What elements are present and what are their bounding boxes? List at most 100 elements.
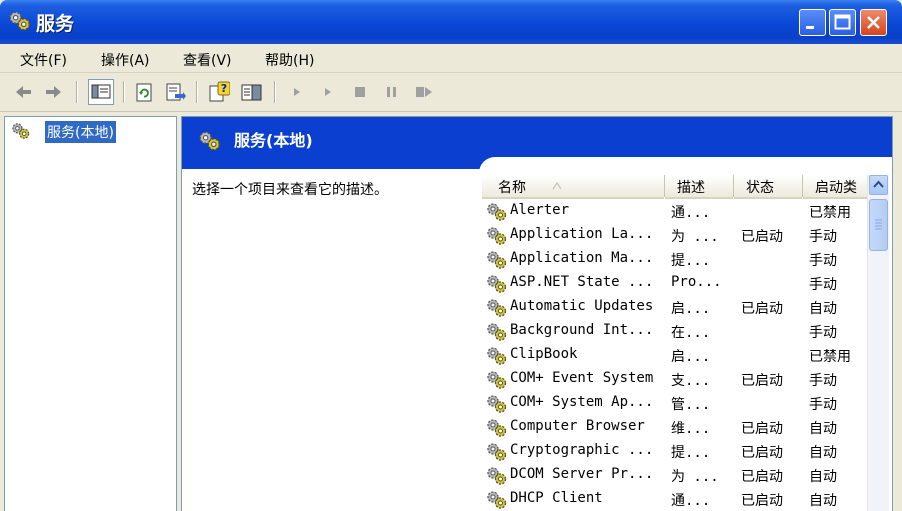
service-description: 通... <box>671 493 711 509</box>
start-icon[interactable] <box>317 81 339 103</box>
service-startup-type: 自动 <box>809 469 837 485</box>
service-description: 通... <box>671 205 711 221</box>
service-name: COM+ Event System <box>510 370 654 386</box>
service-startup-type: 自动 <box>809 445 837 461</box>
service-status: 已启动 <box>741 469 783 485</box>
back-icon[interactable] <box>12 81 34 103</box>
service-description: 在... <box>671 325 711 341</box>
column-header-name[interactable]: 名称 <box>482 175 664 199</box>
table-row[interactable]: Cryptographic ... 提... 已启动 自动 <box>486 440 866 464</box>
export-list-icon[interactable] <box>164 81 186 103</box>
service-gear-icon <box>486 346 508 366</box>
forward-icon[interactable] <box>43 81 65 103</box>
service-startup-type: 手动 <box>809 277 837 293</box>
service-description: 为 ... <box>671 469 719 485</box>
services-window: 服务 文件(F) 操作(A) 查看(V) 帮助(H) ? 服务(本地) 服务(本… <box>0 0 902 511</box>
service-name: Computer Browser <box>510 418 645 434</box>
services-gear-icon <box>11 122 31 140</box>
service-description: 提... <box>671 253 711 269</box>
column-header-description[interactable]: 描述 <box>665 175 733 199</box>
refresh-icon[interactable] <box>133 81 155 103</box>
help-icon[interactable]: ? <box>208 81 230 103</box>
title-bar[interactable]: 服务 <box>0 0 902 44</box>
table-row[interactable]: COM+ Event System 支... 已启动 手动 <box>486 368 866 392</box>
table-row[interactable]: COM+ System Ap... 管... 手动 <box>486 392 866 416</box>
service-gear-icon <box>486 322 508 342</box>
service-gear-icon <box>486 490 508 510</box>
toolbar-separator <box>274 81 276 103</box>
vertical-scrollbar[interactable] <box>867 175 889 511</box>
window-title: 服务 <box>36 13 75 35</box>
service-description: 管... <box>671 397 711 413</box>
service-startup-type: 自动 <box>809 301 837 317</box>
table-row[interactable]: DCOM Server Pr... 为 ... 已启动 自动 <box>486 464 866 488</box>
table-row[interactable]: Computer Browser 维... 已启动 自动 <box>486 416 866 440</box>
services-list: 名称 描述 状态 启动类 Alerter 通... 已禁用 Application L… <box>479 157 892 511</box>
service-startup-type: 自动 <box>809 493 837 509</box>
service-startup-type: 已禁用 <box>809 205 851 221</box>
column-header-startup-type[interactable]: 启动类 <box>803 175 867 199</box>
menu-help[interactable]: 帮助(H) <box>265 50 314 70</box>
service-name: DHCP Client <box>510 490 603 506</box>
show-hide-tree-icon[interactable] <box>88 79 114 105</box>
service-gear-icon <box>486 226 508 246</box>
start-service-icon[interactable] <box>286 81 308 103</box>
service-name: Alerter <box>510 202 570 218</box>
pause-icon[interactable] <box>380 81 402 103</box>
services-gear-icon <box>8 9 32 33</box>
svg-text:?: ? <box>221 82 227 95</box>
service-description: 维... <box>671 421 711 437</box>
column-header-status[interactable]: 状态 <box>734 175 802 199</box>
restart-icon[interactable] <box>413 81 435 103</box>
service-name: ASP.NET State ... <box>510 274 654 290</box>
table-row[interactable]: Background Int... 在... 手动 <box>486 320 866 344</box>
service-status: 已启动 <box>741 373 783 389</box>
service-status: 已启动 <box>741 493 783 509</box>
toolbar: ? <box>0 73 902 112</box>
service-startup-type: 已禁用 <box>809 349 851 365</box>
service-status: 已启动 <box>741 421 783 437</box>
close-button[interactable] <box>860 9 887 36</box>
table-row[interactable]: DHCP Client 通... 已启动 自动 <box>486 488 866 511</box>
service-description: 启... <box>671 301 711 317</box>
service-status: 已启动 <box>741 229 783 245</box>
minimize-button[interactable] <box>799 9 826 36</box>
service-gear-icon <box>486 418 508 438</box>
service-startup-type: 手动 <box>809 229 837 245</box>
service-startup-type: 手动 <box>809 325 837 341</box>
service-startup-type: 手动 <box>809 253 837 269</box>
table-row[interactable]: ASP.NET State ... Pro... 手动 <box>486 272 866 296</box>
service-name: Application Ma... <box>510 250 654 266</box>
table-row[interactable]: Automatic Updates 启... 已启动 自动 <box>486 296 866 320</box>
minimize-icon <box>806 26 814 29</box>
stop-icon[interactable] <box>349 81 371 103</box>
properties-icon[interactable] <box>240 81 262 103</box>
grip-icon <box>875 219 882 230</box>
service-name: DCOM Server Pr... <box>510 466 654 482</box>
table-row[interactable]: Alerter 通... 已禁用 <box>486 200 866 224</box>
service-gear-icon <box>486 298 508 318</box>
service-name: COM+ System Ap... <box>510 394 654 410</box>
service-name: Cryptographic ... <box>510 442 654 458</box>
table-row[interactable]: Application Ma... 提... 手动 <box>486 248 866 272</box>
table-row[interactable]: Application La... 为 ... 已启动 手动 <box>486 224 866 248</box>
menu-action[interactable]: 操作(A) <box>101 50 150 70</box>
service-status: 已启动 <box>741 445 783 461</box>
table-row[interactable]: ClipBook 启... 已禁用 <box>486 344 866 368</box>
service-gear-icon <box>486 202 508 222</box>
service-startup-type: 手动 <box>809 397 837 413</box>
service-description: 启... <box>671 349 711 365</box>
service-description: 支... <box>671 373 711 389</box>
maximize-button[interactable] <box>829 9 856 36</box>
menu-file[interactable]: 文件(F) <box>20 50 67 70</box>
menu-bar: 文件(F) 操作(A) 查看(V) 帮助(H) <box>0 44 902 73</box>
toolbar-separator <box>123 81 125 103</box>
description-text: 选择一个项目来查看它的描述。 <box>192 182 388 198</box>
service-description: 提... <box>671 445 711 461</box>
scroll-up-button[interactable] <box>869 175 888 195</box>
service-gear-icon <box>486 466 508 486</box>
services-gear-icon <box>198 129 222 153</box>
menu-view[interactable]: 查看(V) <box>183 50 232 70</box>
scroll-thumb[interactable] <box>869 199 888 251</box>
service-gear-icon <box>486 442 508 462</box>
